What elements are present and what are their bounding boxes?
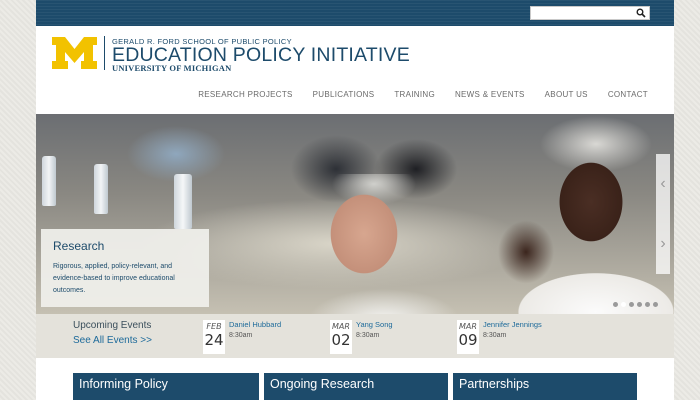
hero-slideshow: Research Rigorous, applied, policy-relev…	[36, 114, 674, 314]
search-icon[interactable]	[636, 8, 646, 18]
photo-person-foreground	[294, 174, 484, 314]
hero-caption-title[interactable]: Research	[53, 239, 197, 253]
nav-news-events[interactable]: NEWS & EVENTS	[455, 90, 525, 99]
section-ongoing-research[interactable]: Ongoing Research	[264, 373, 448, 400]
event-name-link[interactable]: Daniel Hubbard	[229, 320, 281, 329]
university-block-m-logo[interactable]	[52, 37, 97, 69]
chevron-left-icon: ‹	[660, 175, 666, 192]
event-info: Jennifer Jennings 8:30am	[483, 320, 542, 354]
search-box[interactable]	[530, 6, 650, 23]
slide-dot[interactable]	[629, 302, 634, 307]
water-bottle	[42, 156, 56, 206]
slideshow-pager	[613, 302, 658, 307]
event-info: Yang Song 8:30am	[356, 320, 393, 354]
event-name-link[interactable]: Jennifer Jennings	[483, 320, 542, 329]
water-bottle	[174, 174, 192, 229]
nav-research-projects[interactable]: RESEARCH PROJECTS	[198, 90, 292, 99]
event-month: FEB	[206, 322, 222, 331]
event-date: MAR 02	[330, 320, 352, 354]
page-background-right	[674, 0, 700, 400]
search-input[interactable]	[531, 11, 631, 23]
water-bottle	[94, 164, 108, 214]
slideshow-next-button[interactable]: ›	[656, 214, 670, 274]
event-info: Daniel Hubbard 8:30am	[229, 320, 281, 354]
logo-divider	[104, 36, 105, 70]
slide-dot-active[interactable]	[621, 302, 626, 307]
event-item: MAR 09 Jennifer Jennings 8:30am	[457, 320, 542, 354]
nav-contact[interactable]: CONTACT	[608, 90, 648, 99]
top-bar	[36, 0, 674, 26]
see-all-events-link[interactable]: See All Events >>	[73, 335, 152, 346]
main-nav: RESEARCH PROJECTS PUBLICATIONS TRAINING …	[198, 90, 648, 99]
hero-caption-text: Rigorous, applied, policy-relevant, and …	[53, 263, 175, 294]
photo-person-right	[486, 142, 674, 314]
section-informing-policy[interactable]: Informing Policy	[73, 373, 259, 400]
event-name-link[interactable]: Yang Song	[356, 320, 393, 329]
event-item: FEB 24 Daniel Hubbard 8:30am	[203, 320, 281, 354]
logo-university: UNIVERSITY OF MICHIGAN	[112, 63, 232, 73]
slide-dot[interactable]	[645, 302, 650, 307]
section-partnerships[interactable]: Partnerships	[453, 373, 637, 400]
nav-publications[interactable]: PUBLICATIONS	[313, 90, 375, 99]
slide-dot[interactable]	[653, 302, 658, 307]
event-item: MAR 02 Yang Song 8:30am	[330, 320, 393, 354]
slide-dot[interactable]	[637, 302, 642, 307]
event-time: 8:30am	[229, 332, 253, 339]
nav-about-us[interactable]: ABOUT US	[545, 90, 588, 99]
event-month: MAR	[332, 322, 350, 331]
event-time: 8:30am	[356, 332, 380, 339]
event-month: MAR	[459, 322, 477, 331]
chevron-right-icon: ›	[660, 235, 666, 252]
event-date: FEB 24	[203, 320, 225, 354]
event-day: 24	[204, 331, 224, 349]
page-background-left	[0, 0, 36, 400]
event-date: MAR 09	[457, 320, 479, 354]
events-heading: Upcoming Events	[73, 320, 152, 331]
nav-training[interactable]: TRAINING	[394, 90, 435, 99]
upcoming-events-strip: Upcoming Events See All Events >> FEB 24…	[36, 314, 674, 358]
feature-sections: Informing Policy Ongoing Research Partne…	[36, 358, 674, 400]
slide-dot[interactable]	[613, 302, 618, 307]
event-day: 09	[458, 331, 478, 349]
site-header: GERALD R. FORD SCHOOL OF PUBLIC POLICY E…	[36, 26, 674, 114]
hero-caption: Research Rigorous, applied, policy-relev…	[41, 229, 209, 307]
slideshow-prev-button[interactable]: ‹	[656, 154, 670, 214]
page-wrapper: GERALD R. FORD SCHOOL OF PUBLIC POLICY E…	[36, 0, 674, 400]
event-time: 8:30am	[483, 332, 507, 339]
event-day: 02	[331, 331, 351, 349]
